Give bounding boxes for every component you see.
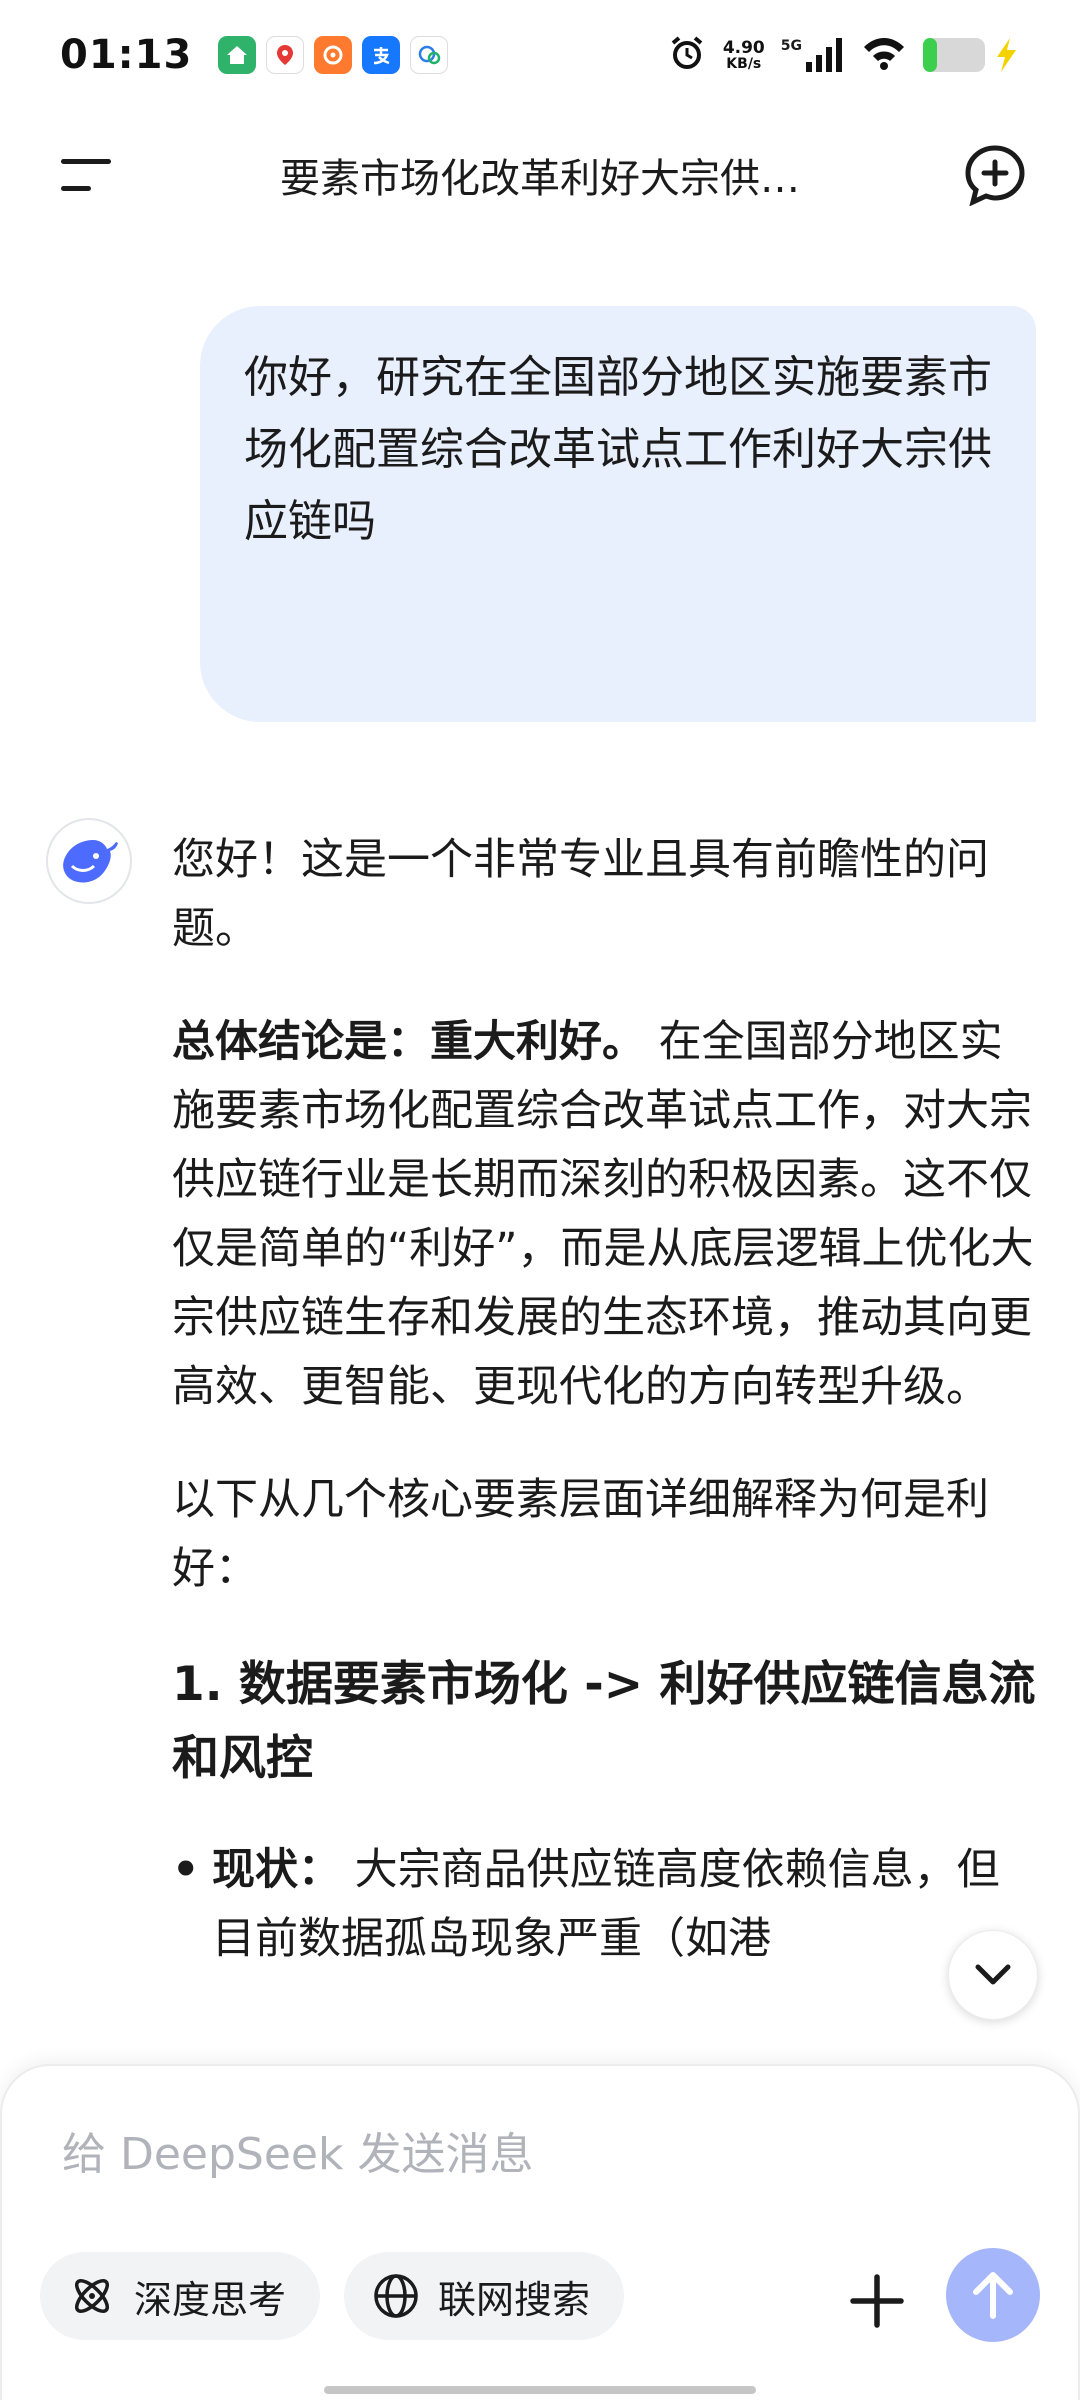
sidebar-menu-button[interactable] xyxy=(52,140,122,210)
status-bar: 01:13 4.90 KB/s 5G xyxy=(0,0,1080,110)
home-app-icon xyxy=(218,36,257,74)
arrow-up-icon xyxy=(973,2272,1013,2319)
globe-icon xyxy=(374,2274,418,2318)
deepseek-avatar xyxy=(46,818,132,904)
chevron-down-icon xyxy=(975,1964,1011,1985)
network-type: 5G xyxy=(780,38,802,54)
deep-think-toggle[interactable]: 深度思考 xyxy=(40,2252,320,2340)
assistant-conclusion: 总体结论是：重大利好。 在全国部分地区实施要素市场化配置综合改革试点工作，对大宗… xyxy=(172,1008,1042,1422)
conclusion-text: 在全国部分地区实施要素市场化配置综合改革试点工作，对大宗供应链行业是长期而深刻的… xyxy=(172,1017,1034,1412)
map-app-icon xyxy=(266,36,305,74)
screen: 01:13 4.90 KB/s 5G 要素市场化改革利好大宗供… 你好，研究在全… xyxy=(0,0,1080,2400)
assistant-intro: 以下从几个核心要素层面详细解释为何是利好： xyxy=(172,1475,989,1594)
web-search-label: 联网搜索 xyxy=(438,2277,591,2322)
net-speed-unit: KB/s xyxy=(726,55,762,72)
home-indicator[interactable] xyxy=(324,2386,756,2394)
bullet-content: 现状： 大宗商品供应链高度依赖信息，但目前数据孤岛现象严重（如港 xyxy=(212,1836,1042,1974)
send-button[interactable] xyxy=(946,2248,1040,2342)
battery-icon xyxy=(922,37,1020,73)
bullet-dot: • xyxy=(172,1845,200,1895)
assistant-greeting: 您好！这是一个非常专业且具有前瞻性的问题。 xyxy=(172,835,989,954)
chat-app-icon xyxy=(410,36,449,74)
menu-icon xyxy=(61,159,111,191)
net-speed-value: 4.90 xyxy=(722,37,765,58)
plus-icon xyxy=(850,2274,904,2328)
wifi-icon xyxy=(862,35,906,75)
status-left: 01:13 xyxy=(60,32,449,78)
taobao-app-icon xyxy=(314,36,353,74)
status-time: 01:13 xyxy=(60,32,193,78)
web-search-toggle[interactable]: 联网搜索 xyxy=(344,2252,624,2340)
user-message-text: 你好，研究在全国部分地区实施要素市场化配置综合改革试点工作利好大宗供应链吗 xyxy=(244,352,992,547)
network-speed: 4.90 KB/s xyxy=(722,37,765,72)
user-message-bubble[interactable]: 你好，研究在全国部分地区实施要素市场化配置综合改革试点工作利好大宗供应链吗 xyxy=(200,306,1036,722)
bullet-item: • 现状： 大宗商品供应链高度依赖信息，但目前数据孤岛现象严重（如港 xyxy=(172,1836,1042,1974)
deepseek-whale-icon xyxy=(63,840,118,883)
status-right: 4.90 KB/s 5G xyxy=(667,33,1020,77)
assistant-message: 您好！这是一个非常专业且具有前瞻性的问题。 总体结论是：重大利好。 在全国部分地… xyxy=(172,826,1042,1974)
composer-panel: 深度思考 联网搜索 xyxy=(0,2064,1080,2400)
chat-title: 要素市场化改革利好大宗供… xyxy=(280,156,800,202)
chat-header: 要素市场化改革利好大宗供… xyxy=(0,120,1080,230)
section-heading-1: 1. 数据要素市场化 -> 利好供应链信息流和风控 xyxy=(172,1657,1036,1786)
bullet-label: 现状： xyxy=(212,1845,341,1895)
attach-button[interactable] xyxy=(842,2266,912,2336)
signal-group: 5G xyxy=(781,38,846,72)
cell-signal-icon xyxy=(806,38,842,72)
alipay-app-icon xyxy=(362,36,401,74)
new-chat-button[interactable] xyxy=(960,140,1030,210)
message-input[interactable] xyxy=(60,2128,960,2181)
conclusion-bold: 总体结论是：重大利好。 xyxy=(172,1017,645,1067)
deep-think-label: 深度思考 xyxy=(134,2277,287,2322)
alarm-icon xyxy=(667,33,707,77)
notification-icons xyxy=(218,36,449,74)
charging-bolt-icon xyxy=(997,38,1016,72)
new-chat-icon xyxy=(965,145,1025,206)
atom-icon xyxy=(75,2279,109,2313)
scroll-to-bottom-button[interactable] xyxy=(948,1930,1038,2020)
